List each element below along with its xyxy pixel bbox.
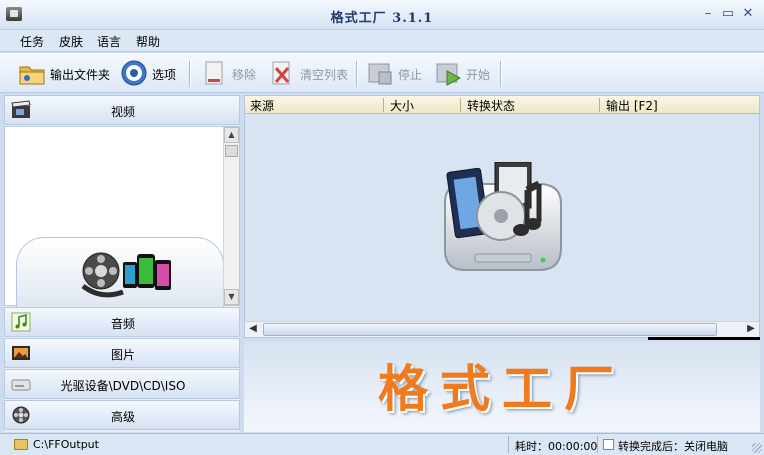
column-divider[interactable] bbox=[460, 98, 461, 112]
column-status[interactable]: 转换状态 bbox=[467, 97, 515, 114]
remove-button[interactable]: 移除 bbox=[200, 59, 262, 87]
category-picture[interactable]: 图片 bbox=[4, 338, 240, 368]
options-button[interactable]: 选项 bbox=[120, 59, 182, 87]
column-size[interactable]: 大小 bbox=[390, 97, 414, 114]
media-devices-card[interactable] bbox=[16, 237, 224, 307]
film-reel-phones-icon bbox=[81, 252, 171, 298]
stop-icon bbox=[368, 63, 392, 85]
folder-icon bbox=[19, 66, 45, 85]
toolbar-separator bbox=[189, 61, 190, 87]
clear-list-button[interactable]: 清空列表 bbox=[268, 59, 354, 87]
menu-language[interactable]: 语言 bbox=[97, 33, 121, 50]
gear-icon bbox=[121, 60, 147, 86]
stop-button[interactable]: 停止 bbox=[366, 59, 428, 87]
resize-grip-icon[interactable] bbox=[752, 443, 762, 453]
minimize-icon[interactable]: – bbox=[700, 6, 716, 22]
progress-indicator bbox=[648, 337, 760, 340]
scroll-up-icon[interactable]: ▲ bbox=[224, 127, 239, 143]
panel-scrollbar[interactable]: ▲ ▼ bbox=[223, 127, 239, 305]
category-sidebar: 视频 ▲ ▼ 音频 图片 光驱设备\DVD\CD\ISO 高级 bbox=[4, 95, 240, 432]
toolbar: 输出文件夹 选项 移除 清空列表 停止 开始 bbox=[0, 53, 764, 93]
close-icon[interactable]: ✕ bbox=[740, 6, 756, 22]
title-bar: 格式工厂 3.1.1 – ▭ ✕ bbox=[0, 0, 764, 30]
video-format-panel: ▲ ▼ bbox=[4, 126, 240, 307]
menu-task[interactable]: 任务 bbox=[20, 33, 44, 50]
status-bar: C:\FFOutput 耗时：00:00:00 转换完成后：关闭电脑 bbox=[0, 433, 764, 455]
scroll-thumb[interactable] bbox=[225, 145, 238, 157]
task-list[interactable]: 来源 大小 转换状态 输出 [F2] ◀ ▶ bbox=[244, 95, 760, 338]
task-list-hscrollbar[interactable]: ◀ ▶ bbox=[245, 321, 759, 337]
status-separator bbox=[597, 436, 598, 453]
task-list-header: 来源 大小 转换状态 输出 [F2] bbox=[245, 96, 759, 114]
category-advanced[interactable]: 高级 bbox=[4, 400, 240, 430]
toolbar-separator bbox=[356, 61, 357, 87]
folder-icon bbox=[14, 439, 28, 450]
window-title: 格式工厂 3.1.1 bbox=[330, 11, 434, 26]
category-optical-drive[interactable]: 光驱设备\DVD\CD\ISO bbox=[4, 369, 240, 399]
toolbar-separator bbox=[500, 61, 501, 87]
format-factory-logo-icon bbox=[444, 162, 562, 271]
play-icon bbox=[436, 63, 462, 86]
clear-icon bbox=[272, 61, 290, 85]
column-divider[interactable] bbox=[383, 98, 384, 112]
brand-banner-text: 格式工厂 bbox=[378, 360, 626, 418]
scroll-down-icon[interactable]: ▼ bbox=[224, 289, 239, 305]
hscroll-thumb[interactable] bbox=[263, 323, 717, 336]
elapsed-time: 耗时：00:00:00 bbox=[515, 440, 598, 453]
menu-help[interactable]: 帮助 bbox=[136, 33, 160, 50]
maximize-icon[interactable]: ▭ bbox=[720, 6, 736, 22]
column-source[interactable]: 来源 bbox=[250, 97, 274, 114]
remove-icon bbox=[205, 61, 223, 85]
shutdown-checkbox[interactable] bbox=[603, 439, 614, 450]
after-done-label[interactable]: 转换完成后：关闭电脑 bbox=[618, 438, 728, 454]
start-button[interactable]: 开始 bbox=[434, 59, 496, 87]
category-video[interactable]: 视频 bbox=[4, 95, 240, 125]
status-separator bbox=[508, 436, 509, 453]
menu-skin[interactable]: 皮肤 bbox=[59, 33, 83, 50]
brand-banner: 格式工厂 bbox=[244, 341, 760, 432]
menu-bar: 任务 皮肤 语言 帮助 bbox=[0, 30, 764, 52]
scroll-right-icon[interactable]: ▶ bbox=[743, 322, 759, 337]
scroll-left-icon[interactable]: ◀ bbox=[245, 322, 261, 337]
output-path[interactable]: C:\FFOutput bbox=[33, 438, 99, 451]
column-divider[interactable] bbox=[599, 98, 600, 112]
column-output[interactable]: 输出 [F2] bbox=[606, 97, 658, 114]
category-audio[interactable]: 音频 bbox=[4, 307, 240, 337]
output-folder-button[interactable]: 输出文件夹 bbox=[18, 59, 118, 87]
